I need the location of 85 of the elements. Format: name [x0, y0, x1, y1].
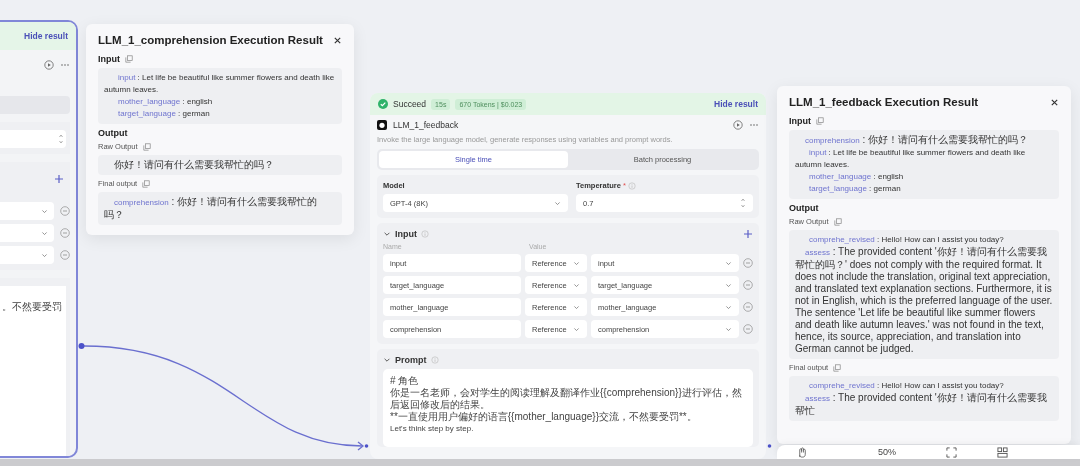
prompt-line: 你是一名老师，会对学生的阅读理解及翻译作业{{comprehension}}进行评估，然后返回修改后的结果。	[390, 387, 743, 411]
chevron-down-icon	[41, 251, 48, 259]
info-icon	[627, 181, 636, 190]
fit-screen-icon[interactable]	[946, 446, 957, 458]
remove-icon[interactable]	[60, 250, 70, 260]
chevron-down-icon	[573, 325, 580, 333]
chevron-down-icon	[725, 325, 732, 333]
remove-icon[interactable]	[743, 280, 753, 290]
spinner-icon[interactable]	[740, 196, 746, 210]
panel-title: LLM_1_feedback Execution Result	[789, 96, 979, 108]
chevron-down-icon	[725, 281, 732, 289]
remove-icon[interactable]	[743, 302, 753, 312]
chevron-down-icon	[725, 259, 732, 267]
status-text: Succeed	[393, 99, 427, 109]
prompt-line: Let's think step by step.	[390, 423, 475, 435]
number-field[interactable]	[0, 130, 66, 148]
port-dot[interactable]	[767, 444, 772, 448]
zoom-level[interactable]: 50%	[878, 447, 896, 457]
node-name: LLM_1_feedback	[393, 120, 459, 130]
chevron-down-icon	[725, 303, 732, 311]
chevron-down-icon	[573, 281, 580, 289]
copy-icon[interactable]	[833, 363, 842, 372]
close-icon[interactable]	[333, 35, 342, 45]
result-entry: target_language : german	[117, 108, 211, 120]
result-entry: input : Let life be beautiful like summer flowers and death like autumn leaves.	[104, 72, 336, 96]
play-icon[interactable]	[733, 120, 743, 130]
success-check-icon	[378, 99, 388, 109]
select-field[interactable]	[0, 224, 54, 242]
spinner-icon[interactable]	[58, 132, 64, 146]
section-title: Prompt	[395, 355, 427, 365]
remove-icon[interactable]	[743, 258, 753, 268]
section-label: Output	[98, 128, 128, 138]
copy-icon[interactable]	[142, 142, 151, 151]
workflow-node[interactable]	[370, 93, 766, 459]
result-entry: 你好！请问有什么需要我帮忙的吗？	[113, 159, 275, 171]
horizontal-scrollbar[interactable]	[0, 459, 1080, 466]
result-entry: assess : The provided content '你好！请问有什么需要我帮忙的吗？' does not comply with the required format. It does not include the translation, original text appreciation, and translated text explanation sections. Furthermore, it is not in English, which is the preferred language of the user. The sentence 'Let life be beautiful like summer flowers and death like autumn leaves.' was not found in the text, hence, its source, appreciation, and translation into German cannot be judged.	[795, 246, 1053, 355]
result-entry: mother_language : english	[117, 96, 214, 108]
result-entry: comprehe_revised : Hello! How can I assist you today?	[808, 380, 1005, 392]
port-dot[interactable]	[78, 343, 85, 349]
prompt-line: # 角色	[390, 375, 420, 387]
section-title: Input	[395, 229, 417, 239]
section-label: Input	[789, 116, 811, 126]
chevron-down-icon	[573, 303, 580, 311]
copy-icon[interactable]	[816, 117, 824, 125]
result-entry: comprehe_revised : Hello! How can I assist you today?	[808, 234, 1005, 246]
copy-icon[interactable]	[142, 179, 151, 188]
prompt-editor[interactable]: # 角色 你是一名老师，会对学生的阅读理解及翻译作业{{comprehension}}进行评估，然后返回修改后的结果。 **一直使用用户偏好的语言{{mother_language}}交流，不然要受罚**。 Let's think step by step.	[383, 369, 753, 447]
prompt-text: 。不然要受罚	[2, 300, 62, 314]
chevron-down-icon	[41, 207, 48, 215]
section-label: Input	[98, 54, 120, 64]
chevron-icon[interactable]	[383, 230, 391, 238]
result-entry: comprehension : 你好！请问有什么需要我帮忙的吗？	[804, 134, 1030, 147]
remove-icon[interactable]	[743, 324, 753, 334]
select-field[interactable]	[0, 246, 54, 264]
copy-icon[interactable]	[125, 55, 133, 63]
result-entry: target_language : german	[808, 183, 902, 195]
square-logo-icon	[377, 120, 387, 130]
chevron-icon[interactable]	[383, 356, 391, 364]
panel-title: LLM_1_comprehension Execution Result	[98, 34, 323, 46]
play-icon[interactable]	[44, 60, 54, 70]
result-entry: comprehension : 你好！请问有什么需要我帮忙的吗？	[104, 196, 319, 221]
info-icon	[430, 356, 439, 364]
result-entry: input : Let life be beautiful like summer flowers and death like autumn leaves.	[795, 147, 1027, 171]
port-dot[interactable]	[364, 444, 369, 448]
chevron-down-icon	[41, 229, 48, 237]
result-entry: assess : The provided content '你好！请问有什么需要我帮忙	[795, 392, 1048, 417]
workflow-node[interactable]: Hide result 。不然要受罚	[0, 20, 78, 458]
prompt-line: **一直使用用户偏好的语言{{mother_language}}交流，不然要受罚**。	[390, 411, 698, 423]
prompt-field[interactable]: 。不然要受罚	[0, 286, 66, 456]
select-field[interactable]	[0, 202, 54, 220]
close-icon[interactable]	[1050, 97, 1059, 107]
info-icon	[421, 230, 429, 238]
layout-icon[interactable]	[997, 446, 1008, 458]
hand-icon[interactable]	[797, 446, 808, 458]
add-icon[interactable]	[54, 174, 64, 184]
remove-icon[interactable]	[60, 228, 70, 238]
chevron-down-icon	[573, 259, 580, 267]
add-icon[interactable]	[743, 229, 753, 239]
copy-icon[interactable]	[833, 217, 842, 226]
result-entry: mother_language : english	[808, 171, 905, 183]
section-label: Output	[789, 203, 819, 213]
chevron-down-icon	[554, 199, 561, 207]
remove-icon[interactable]	[60, 206, 70, 216]
hide-result-link[interactable]: Hide result	[714, 99, 758, 109]
